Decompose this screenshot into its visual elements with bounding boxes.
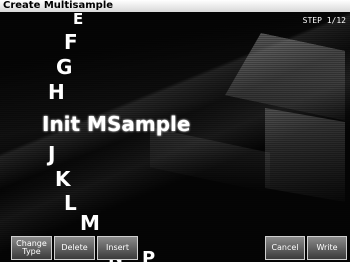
list-item[interactable]: F bbox=[64, 32, 78, 52]
list-item[interactable]: E bbox=[73, 12, 83, 27]
list-item[interactable]: G bbox=[56, 57, 72, 77]
insert-button[interactable]: Insert bbox=[97, 236, 138, 260]
window-title: Create Multisample bbox=[0, 0, 350, 12]
list-item[interactable]: M bbox=[80, 213, 100, 233]
list-item[interactable]: H bbox=[48, 82, 65, 102]
keyboard-graphic bbox=[225, 25, 345, 121]
write-button[interactable]: Write bbox=[307, 236, 347, 260]
change-type-button[interactable]: Change Type bbox=[11, 236, 52, 260]
cancel-button[interactable]: Cancel bbox=[265, 236, 305, 260]
step-indicator: STEP 1/12 bbox=[302, 16, 346, 25]
list-item[interactable]: J bbox=[48, 144, 55, 164]
keyboard-graphic bbox=[150, 127, 270, 193]
delete-button[interactable]: Delete bbox=[54, 236, 95, 260]
keyboard-graphic bbox=[265, 107, 345, 203]
selected-sample-name[interactable]: Init MSample bbox=[42, 112, 190, 136]
list-item[interactable]: P bbox=[142, 250, 155, 262]
list-item[interactable]: K bbox=[55, 169, 71, 189]
list-item[interactable]: L bbox=[64, 193, 77, 213]
display-screen: Create Multisample STEP 1/12 E F G H Ini… bbox=[0, 0, 350, 262]
